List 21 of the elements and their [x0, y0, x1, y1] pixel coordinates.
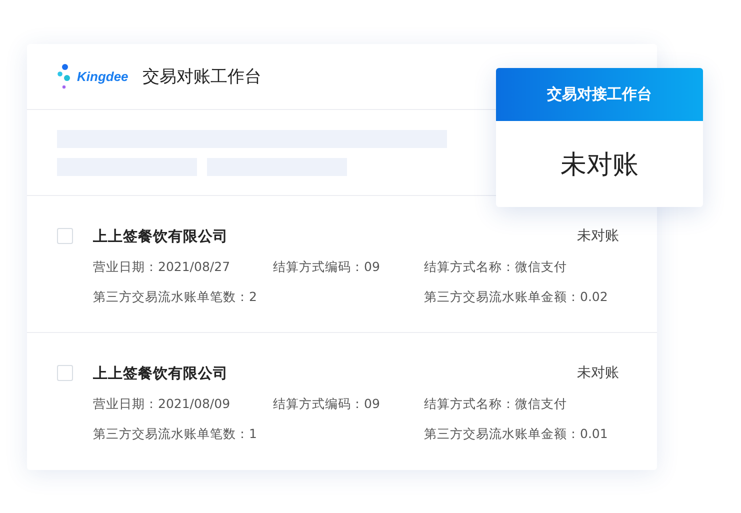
- record-field: 结算方式编码：09: [273, 258, 424, 276]
- popup-status: 未对账: [560, 148, 640, 182]
- record-field: 第三方交易流水账单笔数：2: [93, 288, 273, 306]
- popup-header: 交易对接工作台: [496, 68, 703, 121]
- record-field: 结算方式名称：微信支付: [424, 258, 619, 276]
- logo-dots-icon: [57, 64, 71, 90]
- status-text: 未对账: [577, 364, 619, 382]
- record-field: 营业日期：2021/08/09: [93, 395, 273, 413]
- record-field: 第三方交易流水账单笔数：1: [93, 425, 273, 443]
- checkbox[interactable]: [57, 365, 73, 381]
- logo-text: Kingdee: [77, 69, 128, 84]
- checkbox[interactable]: [57, 228, 73, 244]
- record-field: 结算方式名称：微信支付: [424, 395, 619, 413]
- record-field: 第三方交易流水账单金额：0.01: [424, 425, 619, 443]
- page-title: 交易对账工作台: [142, 66, 262, 88]
- record-field: 结算方式编码：09: [273, 395, 424, 413]
- company-name: 上上签餐饮有限公司: [93, 228, 228, 246]
- status-text: 未对账: [577, 227, 619, 245]
- record-field: 第三方交易流水账单金额：0.02: [424, 288, 619, 306]
- record-field: 营业日期：2021/08/27: [93, 258, 273, 276]
- company-name: 上上签餐饮有限公司: [93, 364, 228, 382]
